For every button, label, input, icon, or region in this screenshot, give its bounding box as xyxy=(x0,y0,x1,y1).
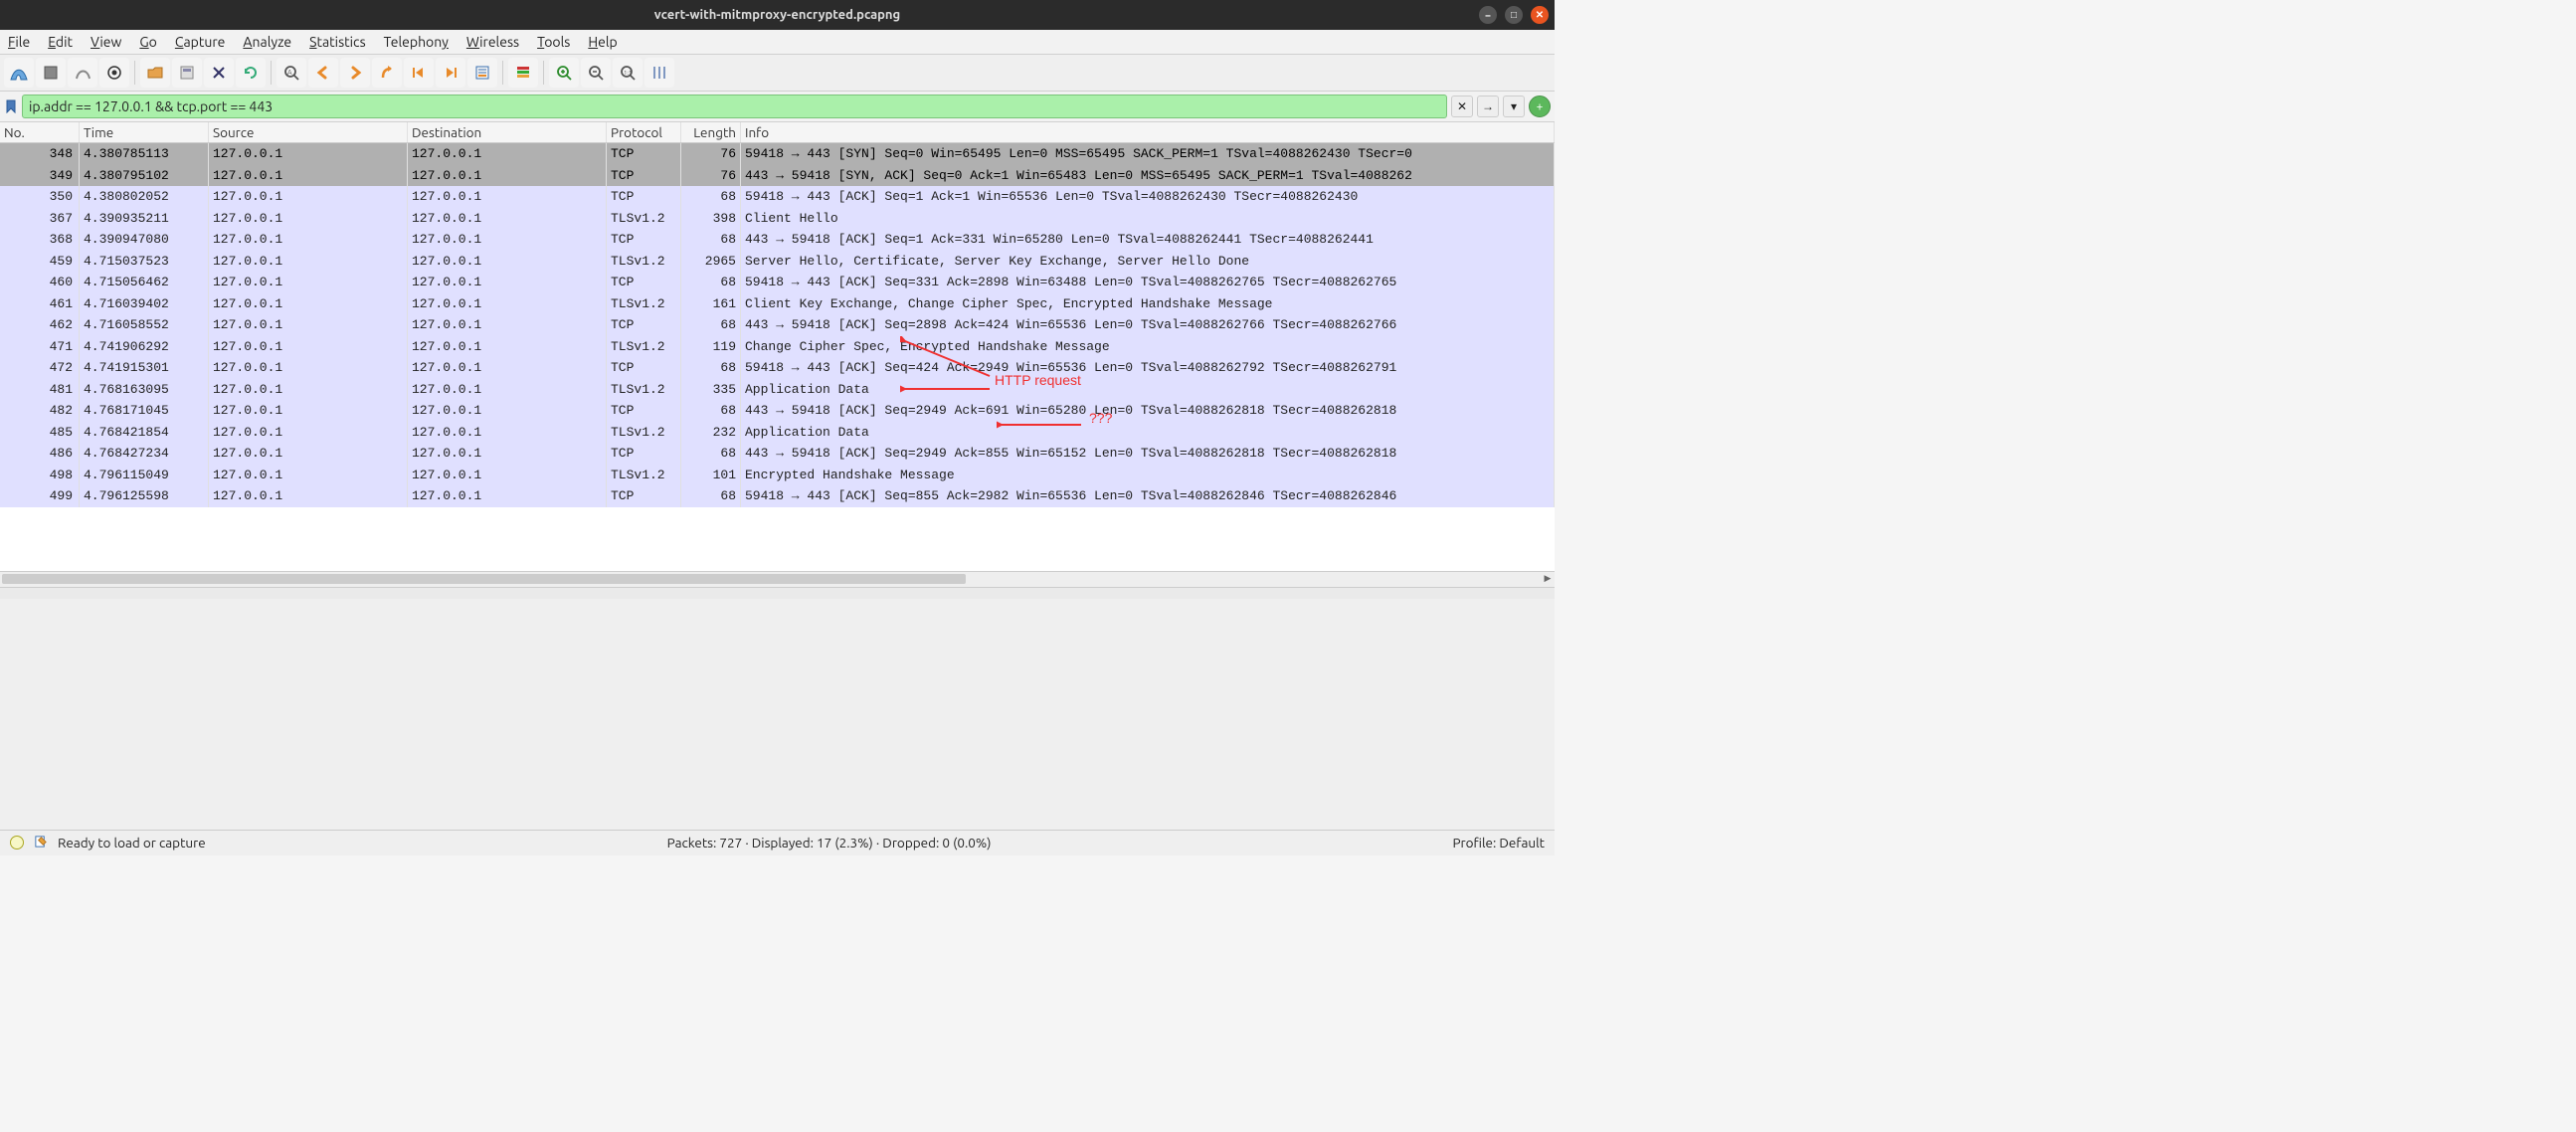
svg-text:A: A xyxy=(287,69,292,77)
go-back-button[interactable] xyxy=(308,58,338,88)
packet-row[interactable]: 4994.796125598127.0.0.1127.0.0.1TCP68594… xyxy=(0,485,1555,507)
packet-row[interactable]: 3504.380802052127.0.0.1127.0.0.1TCP68594… xyxy=(0,186,1555,208)
menu-wireless[interactable]: Wireless xyxy=(466,34,519,50)
window-titlebar: vcert-with-mitmproxy-encrypted.pcapng – … xyxy=(0,0,1555,30)
packet-row[interactable]: 4864.768427234127.0.0.1127.0.0.1TCP68443… xyxy=(0,443,1555,465)
packet-row[interactable]: 4714.741906292127.0.0.1127.0.0.1TLSv1.21… xyxy=(0,336,1555,358)
find-packet-button[interactable]: A xyxy=(276,58,306,88)
window-close-button[interactable]: ✕ xyxy=(1531,6,1549,24)
status-ready-text: Ready to load or capture xyxy=(58,835,206,850)
zoom-out-button[interactable] xyxy=(581,58,611,88)
filter-dropdown-button[interactable]: ▾ xyxy=(1503,95,1525,117)
go-to-packet-button[interactable] xyxy=(372,58,402,88)
save-file-button[interactable] xyxy=(172,58,202,88)
toolbar: A 1:1 xyxy=(0,55,1555,92)
packet-row[interactable]: 4624.716058552127.0.0.1127.0.0.1TCP68443… xyxy=(0,314,1555,336)
display-filter-input[interactable] xyxy=(22,94,1447,118)
menu-statistics[interactable]: Statistics xyxy=(309,34,365,50)
zoom-reset-button[interactable]: 1:1 xyxy=(613,58,643,88)
packet-row[interactable]: 4594.715037523127.0.0.1127.0.0.1TLSv1.22… xyxy=(0,251,1555,273)
col-header-info[interactable]: Info xyxy=(741,122,1555,142)
packet-list-body[interactable]: 3484.380785113127.0.0.1127.0.0.1TCP76594… xyxy=(0,143,1555,507)
horizontal-scrollbar[interactable]: ◀ ▶ xyxy=(0,571,1555,587)
expert-info-icon[interactable] xyxy=(10,836,24,849)
packet-row[interactable]: 4854.768421854127.0.0.1127.0.0.1TLSv1.22… xyxy=(0,422,1555,444)
menu-capture[interactable]: Capture xyxy=(175,34,226,50)
menu-go[interactable]: Go xyxy=(139,34,157,50)
menu-edit[interactable]: Edit xyxy=(48,34,73,50)
close-file-button[interactable] xyxy=(204,58,234,88)
open-file-button[interactable] xyxy=(140,58,170,88)
resize-columns-button[interactable] xyxy=(644,58,674,88)
status-packet-stats: Packets: 727 · Displayed: 17 (2.3%) · Dr… xyxy=(667,835,992,850)
stop-capture-button[interactable] xyxy=(36,58,66,88)
packet-row[interactable]: 4824.768171045127.0.0.1127.0.0.1TCP68443… xyxy=(0,400,1555,422)
col-header-source[interactable]: Source xyxy=(209,122,408,142)
col-header-length[interactable]: Length xyxy=(681,122,741,142)
menu-analyze[interactable]: Analyze xyxy=(243,34,291,50)
packet-row[interactable]: 4604.715056462127.0.0.1127.0.0.1TCP68594… xyxy=(0,272,1555,293)
status-profile[interactable]: Profile: Default xyxy=(1452,835,1545,850)
display-filter-bar: ✕ → ▾ + xyxy=(0,92,1555,122)
filter-apply-button[interactable]: → xyxy=(1477,95,1499,117)
colorize-button[interactable] xyxy=(508,58,538,88)
packet-row[interactable]: 4984.796115049127.0.0.1127.0.0.1TLSv1.21… xyxy=(0,465,1555,486)
bottom-panel xyxy=(0,599,1555,830)
packet-row[interactable]: 3674.390935211127.0.0.1127.0.0.1TLSv1.23… xyxy=(0,208,1555,230)
svg-text:1:1: 1:1 xyxy=(624,70,632,77)
go-forward-button[interactable] xyxy=(340,58,370,88)
packet-row[interactable]: 3484.380785113127.0.0.1127.0.0.1TCP76594… xyxy=(0,143,1555,165)
col-header-protocol[interactable]: Protocol xyxy=(607,122,681,142)
packet-row[interactable]: 4724.741915301127.0.0.1127.0.0.1TCP68594… xyxy=(0,357,1555,379)
menu-file[interactable]: File xyxy=(8,34,30,50)
restart-capture-button[interactable] xyxy=(68,58,97,88)
filter-add-button[interactable]: + xyxy=(1529,95,1551,117)
packet-row[interactable]: 3494.380795102127.0.0.1127.0.0.1TCP76443… xyxy=(0,165,1555,187)
window-title: vcert-with-mitmproxy-encrypted.pcapng xyxy=(654,8,900,22)
capture-options-button[interactable] xyxy=(99,58,129,88)
window-maximize-button[interactable]: □ xyxy=(1505,6,1523,24)
go-first-button[interactable] xyxy=(404,58,434,88)
zoom-in-button[interactable] xyxy=(549,58,579,88)
col-header-destination[interactable]: Destination xyxy=(408,122,607,142)
menu-tools[interactable]: Tools xyxy=(537,34,570,50)
menu-telephony[interactable]: Telephony xyxy=(384,34,449,50)
reload-button[interactable] xyxy=(236,58,266,88)
statusbar: Ready to load or capture Packets: 727 · … xyxy=(0,830,1555,855)
packet-row[interactable]: 3684.390947080127.0.0.1127.0.0.1TCP68443… xyxy=(0,229,1555,251)
col-header-time[interactable]: Time xyxy=(80,122,209,142)
packet-row[interactable]: 4814.768163095127.0.0.1127.0.0.1TLSv1.23… xyxy=(0,379,1555,401)
col-header-no[interactable]: No. xyxy=(0,122,80,142)
shark-fin-icon[interactable] xyxy=(4,58,34,88)
menu-view[interactable]: View xyxy=(91,34,121,50)
menu-help[interactable]: Help xyxy=(588,34,617,50)
edit-capture-comment-icon[interactable] xyxy=(34,835,48,851)
menubar: File Edit View Go Capture Analyze Statis… xyxy=(0,30,1555,55)
bookmark-icon[interactable] xyxy=(4,99,18,113)
packet-row[interactable]: 4614.716039402127.0.0.1127.0.0.1TLSv1.21… xyxy=(0,293,1555,315)
go-last-button[interactable] xyxy=(436,58,465,88)
window-minimize-button[interactable]: – xyxy=(1479,6,1497,24)
packet-list-header: No. Time Source Destination Protocol Len… xyxy=(0,122,1555,143)
auto-scroll-button[interactable] xyxy=(467,58,497,88)
packet-list: No. Time Source Destination Protocol Len… xyxy=(0,122,1555,571)
filter-clear-button[interactable]: ✕ xyxy=(1451,95,1473,117)
